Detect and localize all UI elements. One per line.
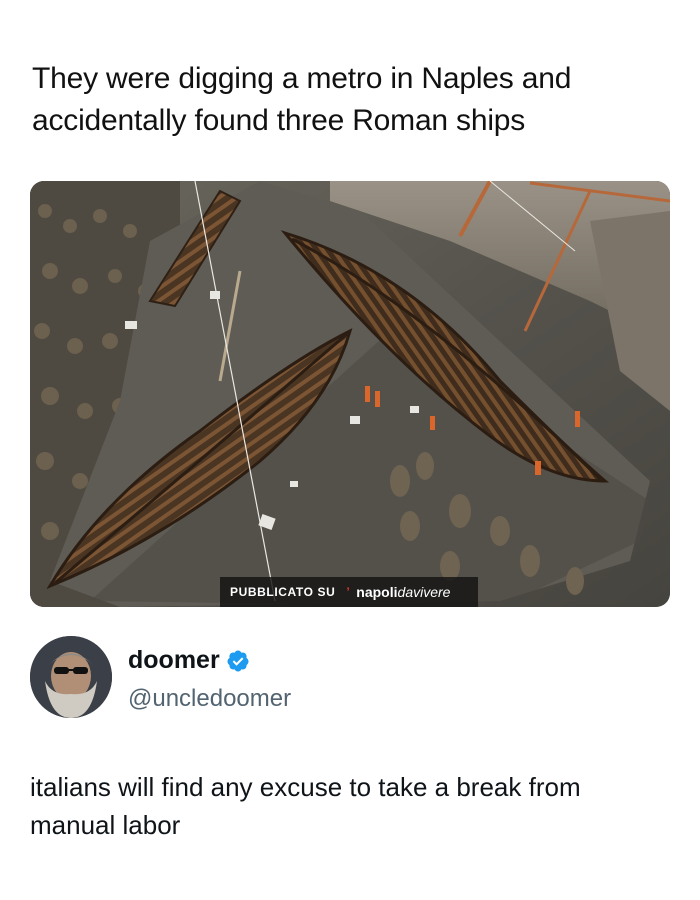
author-handle[interactable]: @uncledoomer bbox=[128, 685, 291, 713]
tweet-text: italians will find any excuse to take a … bbox=[30, 772, 581, 840]
post-title: They were digging a metro in Naples and … bbox=[32, 62, 572, 137]
watermark-brand: napolidavivere bbox=[356, 584, 450, 600]
avatar[interactable] bbox=[30, 636, 112, 718]
excavation-photo[interactable] bbox=[30, 181, 670, 607]
author-name[interactable]: doomer bbox=[128, 646, 220, 675]
watermark-brand-bold: napoli bbox=[356, 584, 398, 600]
excavation-photo-illustration bbox=[30, 181, 670, 607]
photo-watermark: PUBBLICATO SU ’ napolidavivere bbox=[220, 577, 478, 607]
avatar-image bbox=[30, 636, 112, 718]
watermark-prefix: PUBBLICATO SU bbox=[230, 585, 336, 599]
watermark-flag-icon: ’ bbox=[343, 585, 351, 599]
verified-badge-icon bbox=[227, 650, 249, 671]
author-name-row: doomer bbox=[128, 646, 291, 675]
author-block: doomer @uncledoomer bbox=[128, 646, 291, 713]
watermark-brand-italic: davivere bbox=[397, 584, 451, 600]
